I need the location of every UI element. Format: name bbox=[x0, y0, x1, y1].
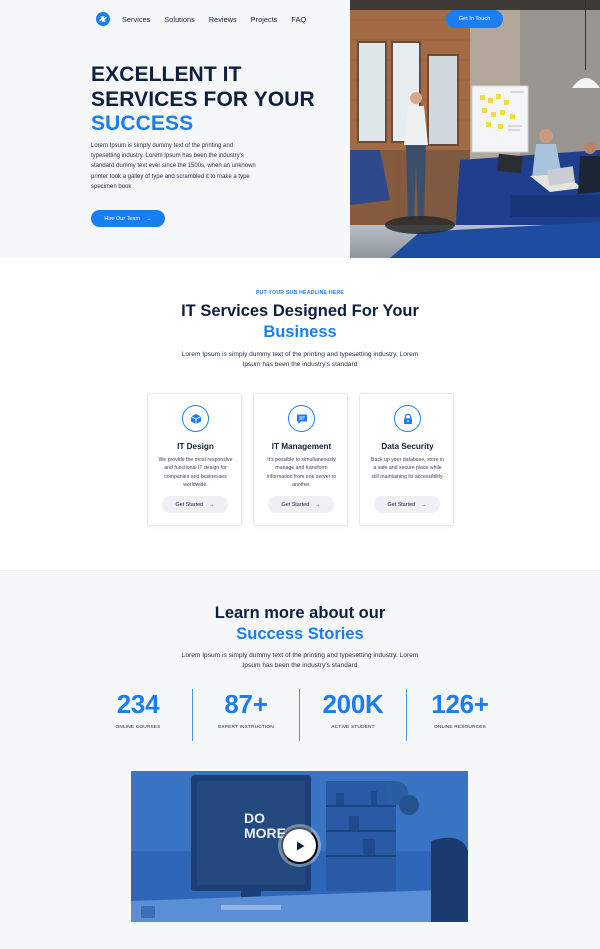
video-player[interactable]: DO MORE. bbox=[131, 771, 468, 922]
main-nav: Services Solutions Reviews Projects FAQ bbox=[96, 11, 320, 27]
service-card-text: Back up your database, store in a safe a… bbox=[371, 457, 444, 480]
stat-online-resources: 126+ ONLINE RESOURCES bbox=[407, 689, 513, 730]
hero-section: Services Solutions Reviews Projects FAQ … bbox=[0, 0, 600, 258]
service-card-title: Data Security bbox=[381, 442, 434, 451]
hero-office-photo bbox=[350, 0, 600, 258]
nav-item-reviews[interactable]: Reviews bbox=[209, 15, 237, 24]
get-started-label: Get Started bbox=[175, 501, 204, 508]
stories-description: Lorem Ipsum is simply dummy text of the … bbox=[181, 652, 419, 669]
get-started-label: Get Started bbox=[281, 501, 310, 508]
services-description: Lorem Ipsum is simply dummy text of the … bbox=[181, 351, 419, 368]
chat-icon bbox=[288, 405, 315, 432]
hero-title-line-1: EXCELLENT IT bbox=[91, 63, 242, 86]
screen-text-do: DO bbox=[244, 810, 265, 826]
stat-label: ACTIVE STUDENT bbox=[331, 725, 375, 730]
service-card-it-management: IT Management It's possible to simultane… bbox=[253, 393, 348, 526]
service-card-data-security: Data Security Back up your database, sto… bbox=[359, 393, 454, 526]
stories-title-accent: Success Stories bbox=[236, 625, 364, 643]
nav-item-solutions[interactable]: Solutions bbox=[164, 15, 194, 24]
play-icon bbox=[296, 841, 304, 850]
arrow-right-icon: → bbox=[315, 501, 321, 508]
services-title: IT Services Designed For Your Business bbox=[0, 301, 600, 343]
get-started-label: Get Started bbox=[387, 501, 416, 508]
stat-value: 126+ bbox=[431, 689, 489, 719]
hero-title: EXCELLENT IT SERVICES FOR YOUR SUCCESS bbox=[91, 63, 331, 137]
stories-title: Learn more about our Success Stories bbox=[0, 603, 600, 645]
hire-our-team-button[interactable]: Hire Our Team → bbox=[91, 210, 165, 227]
hero-left-panel: Services Solutions Reviews Projects FAQ … bbox=[0, 0, 350, 258]
stat-label: ONLINE COURSES bbox=[115, 725, 161, 730]
hero-title-line-2: SERVICES FOR YOUR bbox=[91, 87, 315, 111]
get-started-button[interactable]: Get Started → bbox=[268, 496, 334, 513]
arrow-right-icon: → bbox=[146, 215, 152, 222]
stat-value: 87+ bbox=[224, 689, 268, 719]
hero-description: Lorem Ipsum is simply dummy text of the … bbox=[91, 143, 256, 190]
stat-active-student: 200K ACTIVE STUDENT bbox=[300, 689, 406, 730]
stat-value: 200K bbox=[322, 689, 384, 719]
play-button[interactable] bbox=[281, 827, 318, 864]
get-started-button[interactable]: Get Started → bbox=[374, 496, 440, 513]
stat-expert-instruction: 87+ EXPERT INSTRUCTION bbox=[193, 689, 299, 730]
cube-icon bbox=[182, 405, 209, 432]
get-started-button[interactable]: Get Started → bbox=[162, 496, 228, 513]
nav-item-projects[interactable]: Projects bbox=[251, 15, 278, 24]
service-card-text: We provide the most responsive and funct… bbox=[158, 457, 233, 489]
stat-label: ONLINE RESOURCES bbox=[434, 725, 486, 730]
arrow-right-icon: → bbox=[421, 501, 427, 508]
success-stories-section: Learn more about our Success Stories Lor… bbox=[0, 570, 600, 949]
service-card-text: It's possible to simultaneously manage a… bbox=[266, 457, 337, 489]
service-card-it-design: IT Design We provide the most responsive… bbox=[147, 393, 242, 526]
services-title-main: IT Services Designed For Your bbox=[181, 302, 419, 320]
lock-icon bbox=[394, 405, 421, 432]
service-card-title: IT Design bbox=[177, 442, 214, 451]
get-in-touch-button[interactable]: Get In Touch bbox=[446, 10, 503, 28]
hire-our-team-label: Hire Our Team bbox=[104, 215, 141, 222]
nav-item-services[interactable]: Services bbox=[122, 15, 150, 24]
stat-value: 234 bbox=[116, 689, 160, 719]
services-title-accent: Business bbox=[263, 323, 337, 341]
services-sub-headline: PUT YOUR SUB HEADLINE HERE bbox=[255, 290, 345, 296]
stat-online-courses: 234 ONLINE COURSES bbox=[85, 689, 191, 730]
services-section: PUT YOUR SUB HEADLINE HERE IT Services D… bbox=[0, 258, 600, 570]
service-card-title: IT Management bbox=[271, 442, 332, 451]
hero-title-accent: SUCCESS bbox=[91, 112, 194, 135]
stat-label: EXPERT INSTRUCTION bbox=[218, 725, 274, 730]
nav-item-faq[interactable]: FAQ bbox=[291, 15, 306, 24]
logo-icon[interactable] bbox=[96, 12, 110, 26]
stories-title-main: Learn more about our bbox=[214, 604, 386, 622]
arrow-right-icon: → bbox=[209, 501, 215, 508]
